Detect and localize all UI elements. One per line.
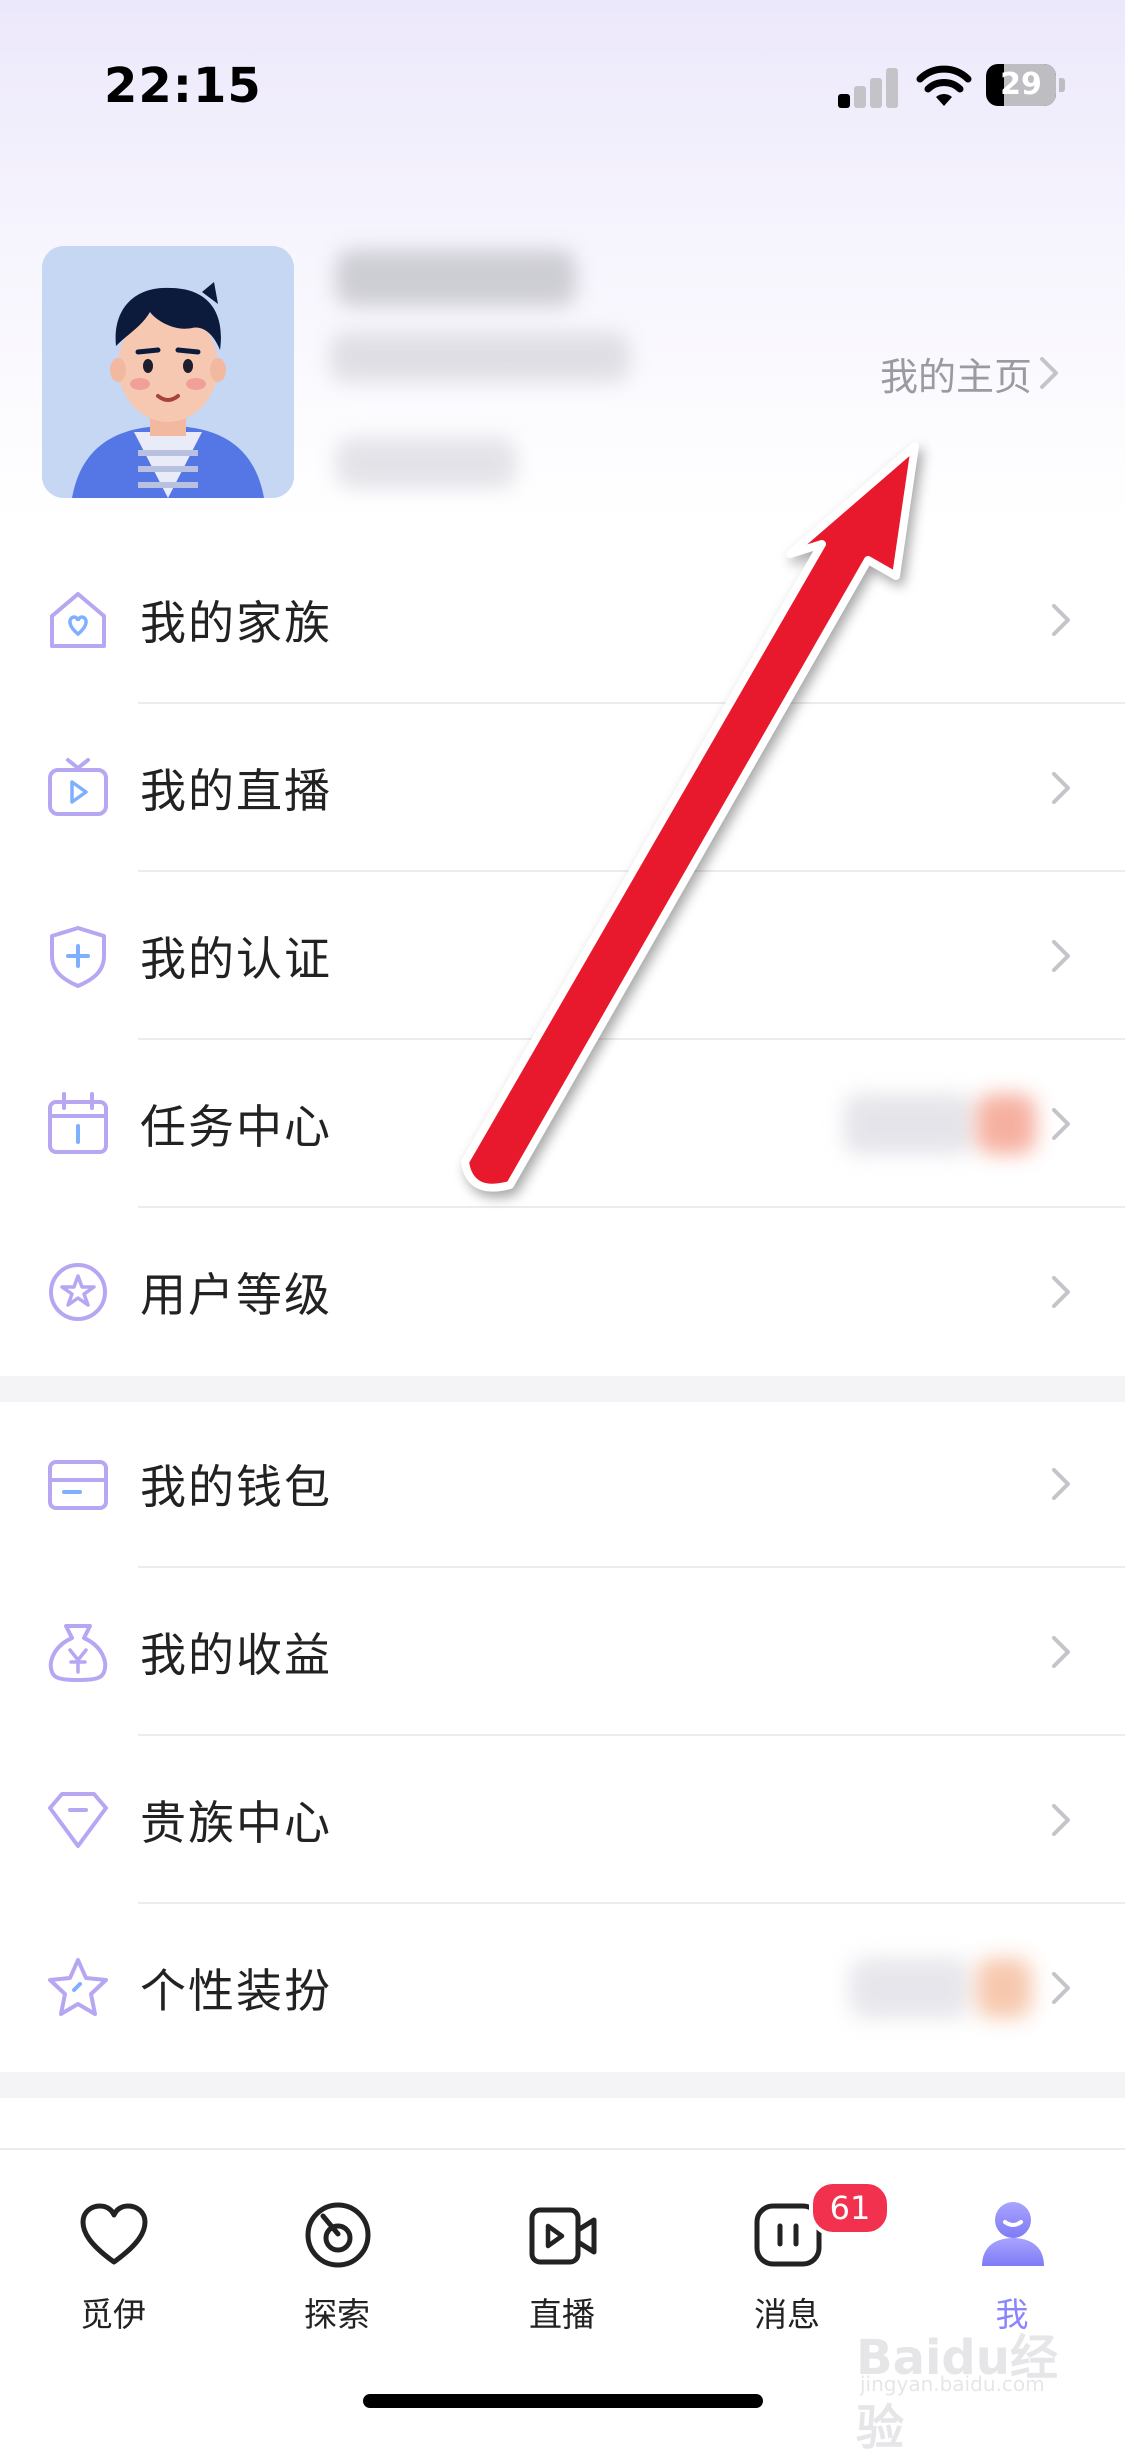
chevron-right-icon bbox=[1052, 604, 1070, 636]
chevron-right-icon bbox=[1052, 1108, 1070, 1140]
menu-label: 任务中心 bbox=[140, 1100, 332, 1154]
unread-badge: 61 bbox=[809, 2180, 891, 2236]
menu-label: 用户等级 bbox=[140, 1268, 332, 1322]
tab-label: 觅伊 bbox=[80, 2295, 146, 2334]
dressup-promo-badge-blurred bbox=[976, 1958, 1032, 2018]
menu-label: 个性装扮 bbox=[140, 1964, 332, 2018]
baidu-jingyan-watermark: Baidu经验 jingyan.baidu.com bbox=[856, 2318, 1092, 2456]
battery-level: 29 bbox=[1000, 67, 1042, 102]
money-bag-yen-icon bbox=[48, 1624, 108, 1682]
menu-item-wallet[interactable]: 我的钱包 bbox=[0, 1400, 1125, 1568]
task-reward-badge-blurred bbox=[976, 1094, 1036, 1154]
status-bar: 22:15 29 bbox=[0, 0, 1125, 150]
wallet-icon bbox=[48, 1460, 108, 1510]
chevron-right-icon bbox=[1040, 357, 1059, 389]
calendar-icon bbox=[48, 1092, 108, 1154]
menu-item-personal-dressup[interactable]: 个性装扮 bbox=[0, 1904, 1125, 2072]
sparkle-star-icon bbox=[48, 1958, 108, 2016]
menu-label: 我的收益 bbox=[140, 1628, 332, 1682]
user-tag-blurred bbox=[336, 438, 516, 488]
dressup-promo-blurred bbox=[850, 1958, 970, 2018]
menu-item-live[interactable]: 我的直播 bbox=[0, 704, 1125, 872]
avatar[interactable] bbox=[42, 246, 294, 498]
chevron-right-icon bbox=[1052, 940, 1070, 972]
tab-live[interactable]: 直播 bbox=[482, 2180, 642, 2340]
menu-label: 我的钱包 bbox=[140, 1460, 332, 1514]
watermark-url: jingyan.baidu.com bbox=[860, 2372, 1045, 2396]
section-separator bbox=[0, 1376, 1125, 1402]
chevron-right-icon bbox=[1052, 1972, 1070, 2004]
chevron-right-icon bbox=[1052, 772, 1070, 804]
profile-person-icon bbox=[982, 2202, 1044, 2266]
menu-item-family[interactable]: 我的家族 bbox=[0, 536, 1125, 704]
cellular-signal-icon bbox=[838, 68, 900, 108]
user-id-blurred bbox=[330, 332, 630, 382]
tab-explore[interactable]: 探索 bbox=[257, 2180, 417, 2340]
status-time: 22:15 bbox=[104, 58, 262, 114]
section-separator bbox=[0, 2072, 1125, 2098]
task-reward-blurred bbox=[844, 1094, 974, 1154]
tab-label: 直播 bbox=[529, 2295, 595, 2334]
chevron-right-icon bbox=[1052, 1468, 1070, 1500]
my-homepage-label: 我的主页 bbox=[880, 354, 1033, 399]
menu-label: 我的直播 bbox=[140, 764, 332, 818]
menu-item-noble-center[interactable]: 贵族中心 bbox=[0, 1736, 1125, 1904]
menu-item-task-center[interactable]: 任务中心 bbox=[0, 1040, 1125, 1208]
chevron-right-icon bbox=[1052, 1276, 1070, 1308]
star-badge-icon bbox=[49, 1263, 107, 1321]
house-heart-icon bbox=[50, 592, 106, 648]
cartoon-man-avatar-icon bbox=[42, 246, 294, 498]
menu-label: 贵族中心 bbox=[140, 1796, 332, 1850]
menu-item-user-level[interactable]: 用户等级 bbox=[0, 1208, 1125, 1376]
tab-messages[interactable]: 61 消息 bbox=[707, 2180, 891, 2340]
tab-miyi[interactable]: 觅伊 bbox=[33, 2180, 193, 2340]
menu-label: 我的认证 bbox=[140, 932, 332, 986]
video-camera-icon bbox=[529, 2207, 597, 2265]
menu-item-verification[interactable]: 我的认证 bbox=[0, 872, 1125, 1040]
home-indicator[interactable] bbox=[363, 2394, 763, 2408]
chevron-right-icon bbox=[1052, 1804, 1070, 1836]
heart-outline-icon bbox=[80, 2203, 148, 2265]
compass-icon bbox=[305, 2202, 371, 2268]
tab-me[interactable]: 我 bbox=[932, 2180, 1092, 2340]
tab-label: 消息 bbox=[754, 2295, 820, 2334]
menu-label: 我的家族 bbox=[140, 596, 332, 650]
menu-item-earnings[interactable]: 我的收益 bbox=[0, 1568, 1125, 1736]
shield-plus-icon bbox=[50, 926, 106, 988]
wifi-icon bbox=[916, 65, 972, 106]
username-blurred bbox=[336, 250, 576, 306]
my-homepage-link[interactable]: 我的主页 bbox=[880, 345, 1060, 401]
battery-icon: 29 bbox=[986, 64, 1066, 108]
tv-play-icon bbox=[48, 758, 108, 816]
diamond-icon bbox=[48, 1792, 108, 1848]
chevron-right-icon bbox=[1052, 1636, 1070, 1668]
tab-label: 探索 bbox=[304, 2295, 370, 2334]
